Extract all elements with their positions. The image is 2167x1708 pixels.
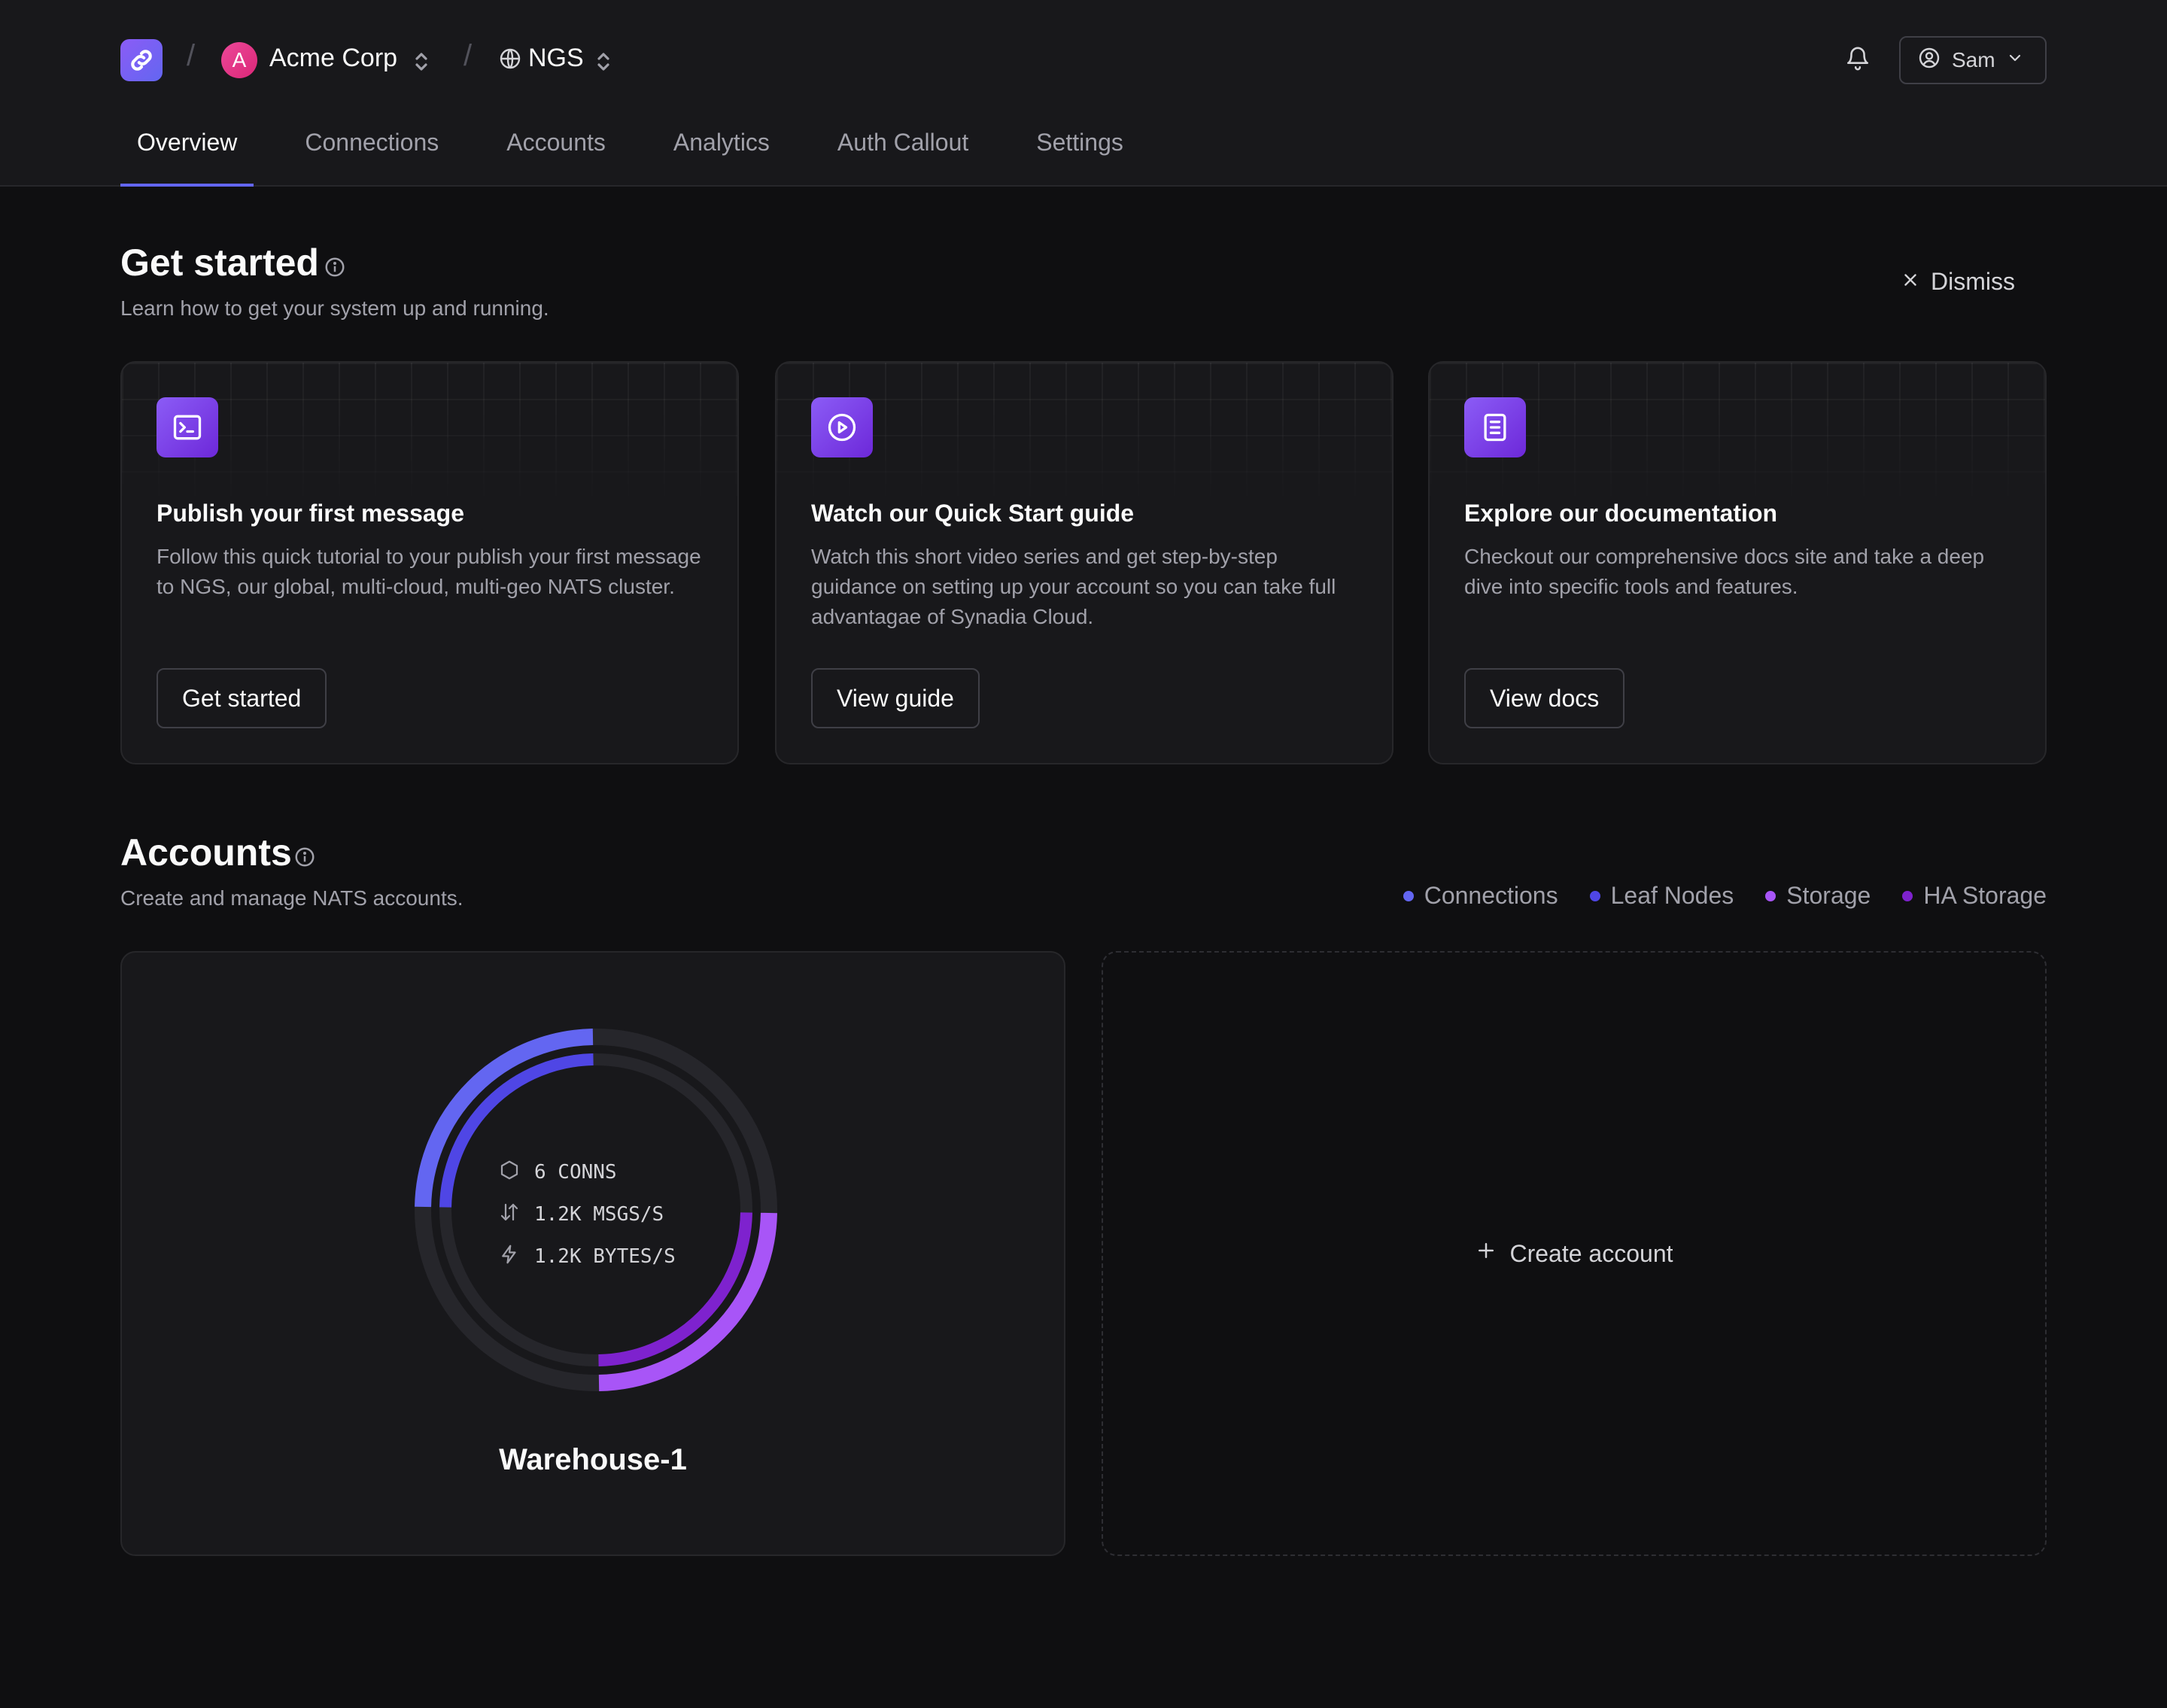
user-circle-icon <box>1917 46 1941 75</box>
legend-swatch <box>1403 890 1414 901</box>
view-docs-button[interactable]: View docs <box>1464 668 1625 728</box>
card-title: Watch our Quick Start guide <box>811 500 1135 527</box>
breadcrumb-separator: / <box>463 39 473 72</box>
legend-label: Connections <box>1424 882 1558 909</box>
tab-accounts[interactable]: Accounts <box>490 128 622 187</box>
lightning-icon <box>498 1243 521 1271</box>
close-icon <box>1901 268 1920 296</box>
legend-label: HA Storage <box>1923 882 2047 909</box>
get-started-subtitle: Learn how to get your system up and runn… <box>120 296 549 320</box>
stat-bytes-value: 1.2K BYTES/S <box>534 1245 676 1268</box>
org-avatar: A <box>221 42 257 78</box>
create-account-label: Create account <box>1509 1239 1673 1267</box>
stat-messages: 1.2K MSGS/S <box>498 1193 676 1235</box>
terminal-icon <box>157 397 218 457</box>
get-started-button[interactable]: Get started <box>157 668 327 728</box>
legend-item-ha-storage: HA Storage <box>1902 882 2047 910</box>
arrows-up-down-icon <box>498 1201 521 1229</box>
tab-overview[interactable]: Overview <box>120 128 254 187</box>
tab-connections[interactable]: Connections <box>288 128 455 187</box>
get-started-card: Publish your first message Follow this q… <box>120 361 739 764</box>
stat-bytes: 1.2K BYTES/S <box>498 1235 676 1278</box>
tab-auth-callout[interactable]: Auth Callout <box>821 128 985 187</box>
quick-start-card: Watch our Quick Start guide Watch this s… <box>775 361 1394 764</box>
legend-swatch <box>1765 890 1776 901</box>
usage-legend: Connections Leaf Nodes Storage HA Storag… <box>1403 882 2047 910</box>
system-switcher-chevrons-icon[interactable] <box>594 50 612 77</box>
chevron-down-icon <box>2006 48 2024 72</box>
document-icon <box>1464 397 1526 457</box>
legend-label: Leaf Nodes <box>1610 882 1734 909</box>
stat-connections-value: 6 CONNS <box>534 1161 617 1184</box>
card-title: Publish your first message <box>157 500 465 527</box>
main-tabs: Overview Connections Accounts Analytics … <box>120 128 1175 187</box>
info-icon[interactable] <box>293 846 316 872</box>
user-menu-button[interactable]: Sam <box>1899 36 2047 84</box>
org-switcher-chevrons-icon[interactable] <box>412 50 430 77</box>
info-icon[interactable] <box>324 256 346 282</box>
card-description: Checkout our comprehensive docs site and… <box>1464 545 1985 598</box>
legend-label: Storage <box>1786 882 1871 909</box>
system-switcher-label[interactable]: NGS <box>528 44 584 73</box>
accounts-subtitle: Create and manage NATS accounts. <box>120 886 463 910</box>
view-guide-button[interactable]: View guide <box>811 668 980 728</box>
legend-swatch <box>1589 890 1600 901</box>
legend-item-leaf-nodes: Leaf Nodes <box>1589 882 1734 910</box>
accounts-title: Accounts <box>120 831 292 874</box>
account-name: Warehouse-1 <box>499 1443 687 1476</box>
org-switcher-label[interactable]: Acme Corp <box>269 44 397 73</box>
documentation-card: Explore our documentation Checkout our c… <box>1428 361 2047 764</box>
play-circle-icon <box>811 397 873 457</box>
stat-messages-value: 1.2K MSGS/S <box>534 1203 664 1226</box>
top-bar: / A Acme Corp / NGS Sam Overview Connect… <box>0 0 2167 187</box>
synadia-logo-icon[interactable] <box>120 39 163 81</box>
tab-analytics[interactable]: Analytics <box>657 128 786 187</box>
stat-connections: 6 CONNS <box>498 1151 676 1193</box>
plus-icon <box>1475 1239 1497 1268</box>
dismiss-label: Dismiss <box>1931 268 2015 295</box>
legend-item-connections: Connections <box>1403 882 1558 910</box>
legend-swatch <box>1902 890 1913 901</box>
account-stats: 6 CONNS 1.2K MSGS/S 1.2K BYTES/S <box>498 1151 676 1278</box>
legend-item-storage: Storage <box>1765 882 1871 910</box>
bell-icon[interactable] <box>1845 45 1871 76</box>
get-started-title: Get started <box>120 242 319 284</box>
card-title: Explore our documentation <box>1464 500 1778 527</box>
hexagon-icon <box>498 1159 521 1187</box>
dismiss-button[interactable]: Dismiss <box>1901 268 2015 296</box>
account-card[interactable]: 6 CONNS 1.2K MSGS/S 1.2K BYTES/S Warehou… <box>120 951 1065 1556</box>
card-description: Follow this quick tutorial to your publi… <box>157 545 701 598</box>
card-description: Watch this short video series and get st… <box>811 545 1336 628</box>
globe-icon <box>498 47 522 74</box>
tab-settings[interactable]: Settings <box>1020 128 1140 187</box>
user-name: Sam <box>1952 48 1995 71</box>
create-account-button[interactable]: Create account <box>1102 951 2047 1556</box>
breadcrumb-separator: / <box>187 39 196 72</box>
